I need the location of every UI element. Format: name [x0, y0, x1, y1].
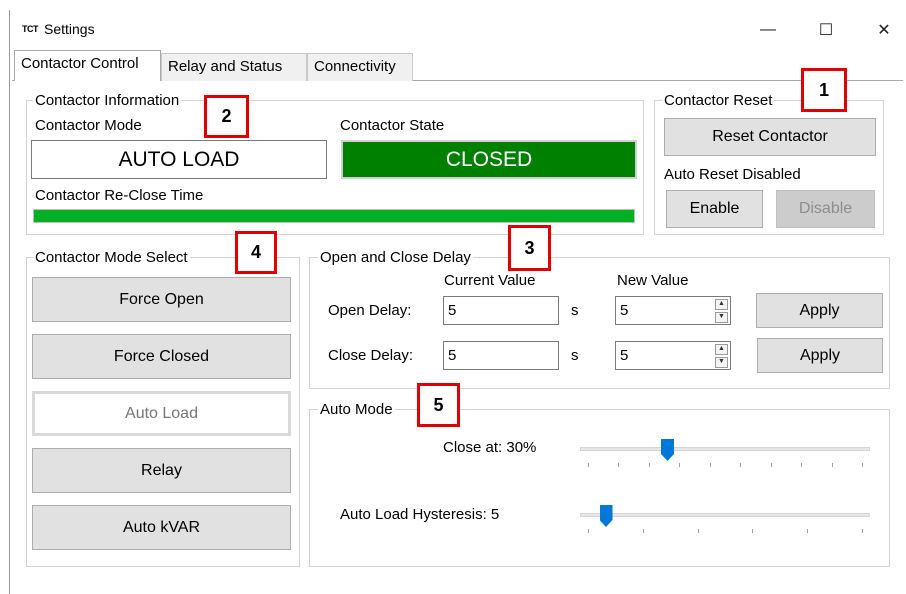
- auto-mode-group: [309, 409, 890, 567]
- spin-down-icon[interactable]: ▼: [715, 357, 728, 368]
- hysteresis-label: Auto Load Hysteresis: 5: [340, 506, 500, 523]
- contactor-mode-select-label: Contactor Mode Select: [33, 249, 190, 266]
- enable-button[interactable]: Enable: [666, 190, 763, 228]
- auto-reset-status: Auto Reset Disabled: [664, 166, 801, 183]
- close-delay-new-value: 5: [620, 347, 629, 364]
- reclose-progress-fill: [34, 210, 634, 222]
- tab-connectivity[interactable]: Connectivity: [307, 53, 413, 81]
- close-at-slider[interactable]: [580, 436, 870, 472]
- slider-tick: [862, 463, 863, 467]
- annotation-badge-5: 5: [417, 383, 460, 427]
- slider-tick: [588, 529, 589, 533]
- slider-tick: [679, 463, 681, 467]
- slider-tick: [862, 529, 863, 533]
- window-title: Settings: [44, 21, 95, 37]
- open-delay-new-spinner[interactable]: 5 ▲ ▼: [615, 296, 731, 325]
- slider-tick: [618, 463, 620, 467]
- spin-up-icon[interactable]: ▲: [715, 299, 728, 310]
- slider-tick: [642, 529, 644, 533]
- apply-close-delay-button[interactable]: Apply: [757, 338, 883, 373]
- maximize-button[interactable]: ☐: [803, 14, 849, 46]
- relay-button[interactable]: Relay: [32, 448, 291, 493]
- delay-group-label: Open and Close Delay: [318, 249, 473, 266]
- auto-mode-label: Auto Mode: [318, 401, 395, 418]
- tab-contactor-control[interactable]: Contactor Control: [14, 50, 161, 81]
- annotation-badge-3: 3: [508, 225, 551, 271]
- close-button[interactable]: ✕: [861, 14, 906, 46]
- open-delay-unit: s: [571, 302, 579, 319]
- slider-tick: [831, 463, 833, 467]
- hysteresis-slider[interactable]: [580, 502, 870, 538]
- close-delay-new-spinner[interactable]: 5 ▲ ▼: [615, 341, 731, 370]
- slider-tick: [588, 463, 589, 467]
- slider-tick: [709, 463, 711, 467]
- slider-tick: [770, 463, 772, 467]
- reclose-progress-bar: [33, 209, 635, 223]
- close-delay-unit: s: [571, 347, 579, 364]
- contactor-mode-display: AUTO LOAD: [31, 140, 327, 179]
- slider-tick: [740, 463, 742, 467]
- force-closed-button[interactable]: Force Closed: [32, 334, 291, 379]
- contactor-state-label: Contactor State: [340, 117, 445, 134]
- slider-tick: [752, 529, 754, 533]
- spin-up-icon[interactable]: ▲: [715, 344, 728, 355]
- close-delay-current-field[interactable]: 5: [443, 341, 559, 370]
- annotation-badge-1: 1: [801, 68, 847, 112]
- close-at-track: [580, 447, 870, 451]
- minimize-button[interactable]: —: [745, 14, 791, 46]
- contactor-state-display: CLOSED: [341, 140, 637, 179]
- annotation-badge-2: 2: [204, 95, 249, 138]
- contactor-information-label: Contactor Information: [33, 92, 182, 109]
- contactor-reset-label: Contactor Reset: [662, 92, 775, 109]
- open-delay-new-value: 5: [620, 302, 629, 319]
- force-open-button[interactable]: Force Open: [32, 277, 291, 322]
- disable-button[interactable]: Disable: [776, 190, 875, 228]
- auto-load-button[interactable]: Auto Load: [32, 391, 291, 436]
- hysteresis-thumb[interactable]: [599, 505, 613, 527]
- spin-down-icon[interactable]: ▼: [715, 312, 728, 323]
- annotation-badge-4: 4: [235, 231, 277, 274]
- open-delay-label: Open Delay:: [328, 302, 412, 319]
- slider-tick: [697, 529, 699, 533]
- tab-relay-and-status[interactable]: Relay and Status: [161, 53, 307, 81]
- apply-open-delay-button[interactable]: Apply: [756, 293, 883, 328]
- reset-contactor-button[interactable]: Reset Contactor: [664, 118, 876, 156]
- close-delay-label: Close Delay:: [328, 347, 414, 364]
- slider-tick: [807, 529, 809, 533]
- current-value-header: Current Value: [444, 272, 536, 289]
- close-at-thumb[interactable]: [661, 439, 674, 461]
- slider-tick: [648, 463, 650, 467]
- new-value-header: New Value: [617, 272, 689, 289]
- reclose-time-label: Contactor Re-Close Time: [35, 187, 204, 204]
- slider-tick: [801, 463, 803, 467]
- contactor-mode-label: Contactor Mode: [35, 117, 142, 134]
- app-icon: TCT: [22, 24, 39, 34]
- close-at-label: Close at: 30%: [443, 439, 537, 456]
- auto-kvar-button[interactable]: Auto kVAR: [32, 505, 291, 550]
- open-delay-current-field[interactable]: 5: [443, 296, 559, 325]
- hysteresis-track: [580, 513, 870, 517]
